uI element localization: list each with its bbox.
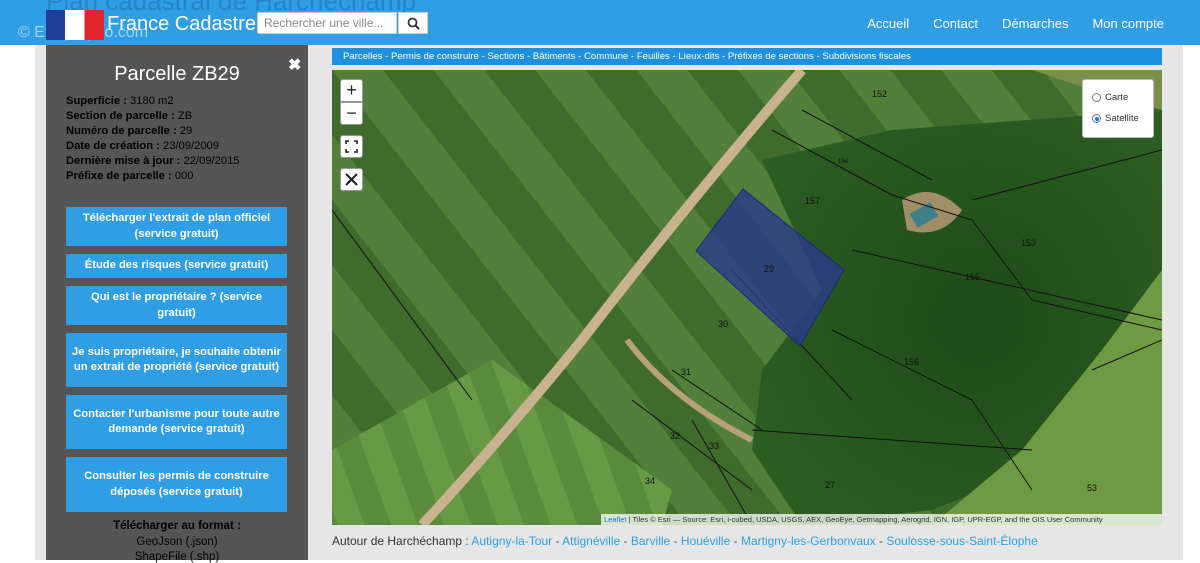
parcel-label[interactable]: 31 — [681, 367, 691, 377]
town-link[interactable]: Martigny-les-Gerbonvaux — [741, 534, 876, 548]
search-input[interactable] — [257, 12, 397, 34]
nav-demarches[interactable]: Démarches — [1002, 16, 1068, 31]
measure-button[interactable] — [340, 168, 363, 191]
info-section: Section de parcelle : ZB — [66, 110, 193, 122]
property-extract-button[interactable]: Je suis propriétaire, je souhaite obteni… — [66, 333, 287, 387]
zoom-in-button[interactable]: + — [340, 79, 363, 102]
parcel-info: Superficie : 3180 m2 Section de parcelle… — [66, 94, 240, 184]
parcel-label[interactable]: 32 — [670, 431, 680, 441]
download-geojson-link[interactable]: GeoJson (.json) — [46, 536, 308, 548]
parcel-label[interactable]: 156 — [904, 357, 919, 367]
radio-carte[interactable] — [1092, 93, 1101, 102]
fullscreen-button[interactable] — [340, 135, 363, 158]
fullscreen-icon — [345, 140, 358, 153]
basemap-option-satellite[interactable]: Satellite — [1092, 113, 1139, 124]
leaflet-link[interactable]: Leaflet — [604, 515, 627, 524]
parcel-label[interactable]: 53 — [1087, 483, 1097, 493]
map-canvas — [332, 70, 1162, 525]
parcel-label[interactable]: 153 — [1021, 238, 1036, 248]
parcel-label[interactable]: 152 — [872, 89, 887, 99]
parcel-label-selected[interactable]: 29 — [764, 264, 774, 274]
map-attribution: Leaflet | Tiles © Esri — Source: Esri, i… — [601, 514, 1162, 525]
main-nav: Accueil Contact Démarches Mon compte — [867, 16, 1164, 31]
parcel-label[interactable]: 27 — [825, 480, 835, 490]
town-link[interactable]: Barville — [631, 534, 670, 548]
town-link[interactable]: Soulosse-sous-Saint-Élophe — [886, 534, 1037, 548]
nav-contact[interactable]: Contact — [933, 16, 978, 31]
nearby-towns: Autour de Harchéchamp : Autigny-la-Tour … — [332, 534, 1038, 548]
nav-mon-compte[interactable]: Mon compte — [1092, 16, 1164, 31]
search-button[interactable] — [398, 12, 428, 34]
france-flag-logo[interactable] — [46, 10, 104, 40]
download-format-title: Télécharger au format : — [113, 520, 241, 532]
parcel-title: Parcelle ZB29 — [114, 63, 240, 85]
brand-name[interactable]: France Cadastre — [107, 13, 256, 36]
town-link[interactable]: Autigny-la-Tour — [471, 534, 552, 548]
download-shapefile-link[interactable]: ShapeFile (.shp) — [46, 551, 308, 563]
parcel-label[interactable]: 157 — [805, 196, 820, 206]
basemap-option-carte[interactable]: Carte — [1092, 92, 1128, 103]
radio-satellite[interactable] — [1092, 114, 1101, 123]
parcel-label[interactable]: 34 — [645, 476, 655, 486]
building-permits-button[interactable]: Consulter les permis de construire dépos… — [66, 457, 287, 512]
town-link[interactable]: Attignéville — [562, 534, 620, 548]
nav-accueil[interactable]: Accueil — [867, 16, 909, 31]
parcel-label[interactable]: 30 — [718, 319, 728, 329]
zoom-out-button[interactable]: − — [340, 102, 363, 125]
owner-button[interactable]: Qui est le propriétaire ? (service gratu… — [66, 286, 287, 325]
parcel-label[interactable]: 33 — [709, 441, 719, 451]
layers-bar[interactable]: Parcelles - Permis de construire - Secti… — [332, 48, 1162, 65]
info-numero: Numéro de parcelle : 29 — [66, 125, 193, 137]
parcel-label[interactable]: 154 — [838, 159, 848, 165]
info-prefixe: Préfixe de parcelle : 000 — [66, 170, 194, 182]
town-link[interactable]: Houéville — [681, 534, 730, 548]
ruler-icon — [345, 173, 358, 186]
info-superficie: Superficie : 3180 m2 — [66, 95, 174, 107]
info-date-maj: Dernière mise à jour : 22/09/2015 — [66, 155, 240, 167]
contact-urbanism-button[interactable]: Contacter l'urbanisme pour toute autre d… — [66, 395, 287, 449]
parcel-label[interactable]: 155 — [965, 272, 980, 282]
basemap-switcher: Carte Satellite — [1082, 79, 1154, 138]
info-date-creation: Date de création : 23/09/2009 — [66, 140, 219, 152]
download-extract-button[interactable]: Télécharger l'extrait de plan officiel (… — [66, 207, 287, 246]
search-icon — [407, 17, 420, 30]
risk-study-button[interactable]: Étude des risques (service gratuit) — [66, 254, 287, 278]
satellite-map[interactable] — [332, 70, 1162, 525]
